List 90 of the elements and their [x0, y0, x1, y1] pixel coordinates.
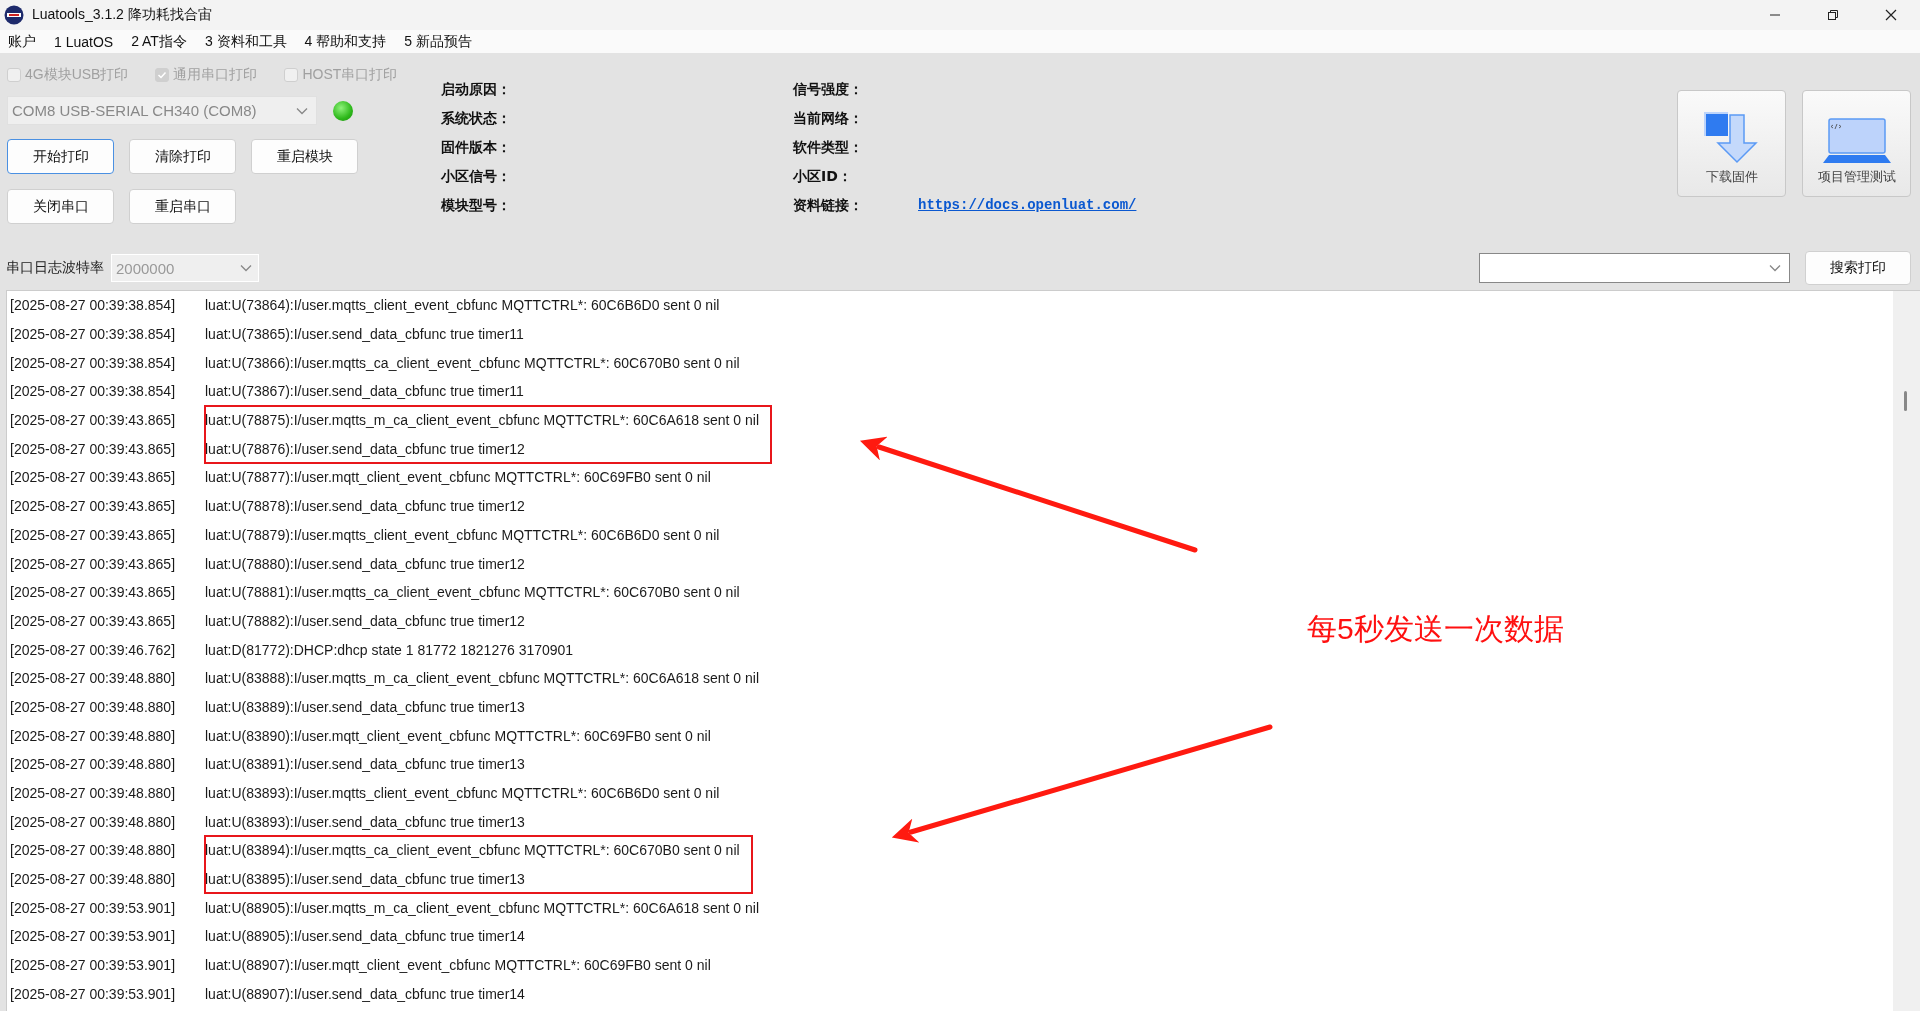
log-timestamp: [2025-08-27 00:39:48.880] — [10, 670, 177, 687]
menu-item[interactable]: 1 LuatOS — [54, 33, 114, 50]
action-button[interactable]: 重启串口 — [129, 189, 236, 224]
status-label: 小区信号： — [441, 167, 511, 186]
log-timestamp: [2025-08-27 00:39:48.880] — [10, 756, 177, 773]
log-timestamp: [2025-08-27 00:39:43.865] — [10, 526, 177, 543]
status-label: 当前网络： — [793, 109, 863, 128]
log-message: luat:U(78882):I/user.send_data_cbfunc true timer12 — [205, 612, 525, 629]
log-message: luat:U(88907):I/user.mqtt_client_event_cbfunc MQTTCTRL*: 60C69FB0 sent 0 nil — [205, 957, 711, 974]
log-timestamp: [2025-08-27 00:39:48.880] — [10, 727, 177, 744]
log-message: luat:U(73864):I/user.mqtts_client_event_cbfunc MQTTCTRL*: 60C6B6D0 sent 0 nil — [205, 297, 720, 314]
log-timestamp: [2025-08-27 00:39:43.865] — [10, 440, 177, 457]
log-timestamp: [2025-08-27 00:39:43.865] — [10, 469, 177, 486]
log-message: luat:U(78879):I/user.mqtts_client_event_cbfunc MQTTCTRL*: 60C6B6D0 sent 0 nil — [205, 526, 720, 543]
baud-label: 串口日志波特率 — [6, 259, 104, 277]
log-message: luat:U(83894):I/user.mqtts_ca_client_event_cbfunc MQTTCTRL*: 60C670B0 sent 0 nil — [205, 842, 740, 859]
menu-item[interactable]: 5 新品预告 — [404, 32, 472, 51]
app-logo-icon — [4, 5, 24, 25]
status-label: 系统状态： — [441, 109, 511, 128]
log-timestamp: [2025-08-27 00:39:46.762] — [10, 641, 177, 658]
chevron-down-icon — [240, 264, 252, 272]
log-timestamp: [2025-08-27 00:39:38.854] — [10, 354, 177, 371]
log-timestamp: [2025-08-27 00:39:48.880] — [10, 698, 177, 715]
log-timestamp: [2025-08-27 00:39:43.865] — [10, 412, 177, 429]
log-message: luat:U(83893):I/user.send_data_cbfunc true timer13 — [205, 813, 525, 830]
log-message: luat:U(88905):I/user.send_data_cbfunc true timer14 — [205, 928, 525, 945]
menu-item[interactable]: 3 资料和工具 — [204, 32, 287, 51]
search-dropdown[interactable] — [1479, 253, 1790, 283]
log-message: luat:U(78881):I/user.mqtts_ca_client_event_cbfunc MQTTCTRL*: 60C670B0 sent 0 nil — [205, 584, 740, 601]
log-timestamp: [2025-08-27 00:39:43.865] — [10, 498, 177, 515]
chevron-down-icon — [296, 106, 308, 115]
log-timestamp: [2025-08-27 00:39:38.854] — [10, 326, 177, 343]
action-button[interactable]: 重启模块 — [251, 139, 358, 174]
checkmark-icon — [157, 70, 168, 80]
tool-button[interactable]: 项目管理测试 — [1802, 90, 1911, 197]
log-timestamp: [2025-08-27 00:39:53.901] — [10, 985, 177, 1002]
log-message: luat:D(81772):DHCP:dhcp state 1 81772 1821276 3170901 — [205, 641, 574, 658]
laptop-icon — [1822, 118, 1891, 164]
log-message: luat:U(83890):I/user.mqtt_client_event_cbfunc MQTTCTRL*: 60C69FB0 sent 0 nil — [205, 727, 711, 744]
menu-item[interactable]: 4 帮助和支持 — [304, 32, 387, 51]
restore-icon — [1827, 9, 1839, 21]
status-label: 信号强度： — [793, 80, 863, 99]
status-label: 固件版本： — [441, 138, 511, 157]
log-timestamp: [2025-08-27 00:39:38.854] — [10, 383, 177, 400]
download-arrow-icon — [1703, 112, 1760, 164]
checkbox-label: 4G模块USB打印 — [25, 66, 129, 84]
log-timestamp: [2025-08-27 00:39:43.865] — [10, 555, 177, 572]
log-message: luat:U(78877):I/user.mqtt_client_event_cbfunc MQTTCTRL*: 60C69FB0 sent 0 nil — [205, 469, 711, 486]
status-label: 软件类型： — [793, 138, 863, 157]
tool-button[interactable]: 下载固件 — [1677, 90, 1786, 197]
log-timestamp: [2025-08-27 00:39:53.901] — [10, 899, 177, 916]
log-timestamp: [2025-08-27 00:39:48.880] — [10, 813, 177, 830]
log-message: luat:U(83891):I/user.send_data_cbfunc true timer13 — [205, 756, 525, 773]
action-button[interactable]: 开始打印 — [7, 139, 114, 174]
log-timestamp: [2025-08-27 00:39:53.901] — [10, 928, 177, 945]
log-message: luat:U(83889):I/user.send_data_cbfunc true timer13 — [205, 698, 525, 715]
log-timestamp: [2025-08-27 00:39:48.880] — [10, 785, 177, 802]
annotation-text: 每5秒发送一次数据 — [1307, 611, 1564, 647]
menu-item[interactable]: 2 AT指令 — [131, 32, 187, 51]
log-message: luat:U(83893):I/user.mqtts_client_event_cbfunc MQTTCTRL*: 60C6B6D0 sent 0 nil — [205, 785, 720, 802]
log-timestamp: [2025-08-27 00:39:48.880] — [10, 842, 177, 859]
log-message: luat:U(78875):I/user.mqtts_m_ca_client_event_cbfunc MQTTCTRL*: 60C6A618 sent 0 nil — [205, 412, 760, 429]
log-message: luat:U(73867):I/user.send_data_cbfunc true timer11 — [205, 383, 524, 400]
status-label: 模块型号： — [441, 196, 511, 215]
status-label: 资料链接： — [793, 196, 863, 215]
log-message: luat:U(83895):I/user.send_data_cbfunc true timer13 — [205, 871, 525, 888]
log-timestamp: [2025-08-27 00:39:48.880] — [10, 871, 177, 888]
log-message: luat:U(73865):I/user.send_data_cbfunc true timer11 — [205, 326, 524, 343]
log-message: luat:U(78878):I/user.send_data_cbfunc true timer12 — [205, 498, 525, 515]
action-button[interactable]: 关闭串口 — [7, 189, 114, 224]
log-message: luat:U(83888):I/user.mqtts_m_ca_client_event_cbfunc MQTTCTRL*: 60C6A618 sent 0 nil — [205, 670, 760, 687]
log-message: luat:U(73866):I/user.mqtts_ca_client_event_cbfunc MQTTCTRL*: 60C670B0 sent 0 nil — [205, 354, 740, 371]
menu-item[interactable]: 账户 — [8, 32, 36, 51]
status-label: 小区ID： — [793, 167, 852, 186]
log-timestamp: [2025-08-27 00:39:38.854] — [10, 297, 177, 314]
log-timestamp: [2025-08-27 00:39:53.901] — [10, 957, 177, 974]
log-timestamp: [2025-08-27 00:39:43.865] — [10, 584, 177, 601]
log-message: luat:U(78876):I/user.send_data_cbfunc true timer12 — [205, 440, 525, 457]
docs-link[interactable]: https://docs.openluat.com/ — [918, 197, 1137, 213]
window-title: Luatools_3.1.2 降功耗找合宙 — [32, 6, 212, 24]
status-label: 启动原因： — [441, 80, 511, 99]
close-icon — [1885, 9, 1897, 21]
log-message: luat:U(88907):I/user.send_data_cbfunc true timer14 — [205, 985, 525, 1002]
log-message: luat:U(88905):I/user.mqtts_m_ca_client_event_cbfunc MQTTCTRL*: 60C6A618 sent 0 nil — [205, 899, 760, 916]
log-timestamp: [2025-08-27 00:39:43.865] — [10, 612, 177, 629]
search-button[interactable]: 搜索打印 — [1805, 251, 1911, 285]
action-button[interactable]: 清除打印 — [129, 139, 236, 174]
chevron-down-icon — [1769, 264, 1781, 272]
log-message: luat:U(78880):I/user.send_data_cbfunc true timer12 — [205, 555, 525, 572]
scrollbar[interactable] — [1893, 291, 1920, 1011]
